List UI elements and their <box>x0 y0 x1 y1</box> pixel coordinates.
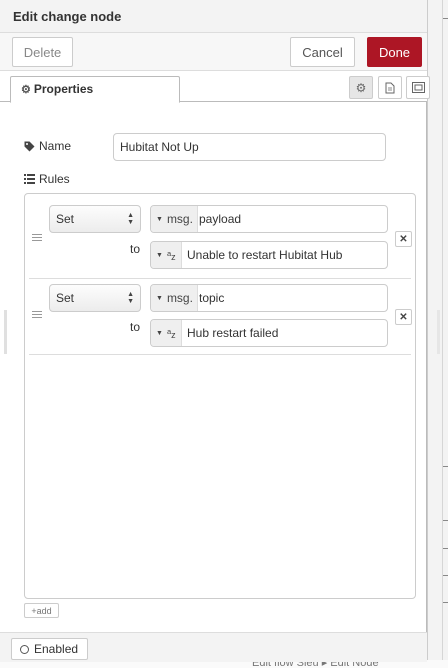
rule-row: Set ▲ ▼ ▼ msg. payload to ▼ az Unable to … <box>29 199 412 279</box>
tray-title: Edit change node <box>0 0 427 33</box>
rules-list: Set ▲ ▼ ▼ msg. payload to ▼ az Unable to … <box>24 193 416 599</box>
target-type-label: msg. <box>166 212 193 226</box>
target-type-button[interactable]: ▼ msg. <box>151 206 198 232</box>
string-type-icon: az <box>166 248 176 262</box>
drag-handle-icon[interactable] <box>32 311 42 319</box>
appearance-icon <box>411 82 425 93</box>
rule-value-input[interactable]: ▼ az Hub restart failed <box>150 319 388 347</box>
tab-appearance-button[interactable] <box>406 76 430 99</box>
caret-down-icon: ▼ <box>156 215 163 223</box>
workspace-tick <box>443 466 448 467</box>
rules-label-text: Rules <box>39 172 70 186</box>
target-type-button[interactable]: ▼ msg. <box>151 285 198 311</box>
rule-target-input[interactable]: ▼ msg. payload <box>150 205 388 233</box>
workspace-tick <box>443 602 448 603</box>
caret-down-icon: ▼ <box>156 251 163 259</box>
rule-value-input[interactable]: ▼ az Unable to restart Hubitat Hub <box>150 241 388 269</box>
remove-rule-button[interactable]: ✕ <box>395 309 412 325</box>
list-icon <box>24 174 35 184</box>
target-value: payload <box>199 212 242 226</box>
value-type-button[interactable]: ▼ az <box>151 320 182 346</box>
workspace-tick <box>443 548 448 549</box>
close-icon: ✕ <box>399 233 408 245</box>
rule-action-select[interactable]: Set ▲ ▼ <box>49 284 141 312</box>
tag-icon <box>24 141 35 151</box>
add-rule-label: add <box>36 605 52 616</box>
close-icon: ✕ <box>399 311 408 323</box>
to-label: to <box>130 320 141 334</box>
rule-action-value: Set <box>56 212 75 226</box>
workspace-divider <box>442 0 443 668</box>
drag-handle-icon[interactable] <box>32 234 42 242</box>
rule-action-value: Set <box>56 291 75 305</box>
to-label: to <box>130 242 141 256</box>
tab-properties-label: Properties <box>33 82 94 96</box>
remove-rule-button[interactable]: ✕ <box>395 231 412 247</box>
string-type-icon: az <box>166 326 176 340</box>
gear-icon: ⚙ <box>355 80 367 95</box>
rule-value: Unable to restart Hubitat Hub <box>187 248 343 262</box>
target-value: topic <box>199 291 225 305</box>
add-rule-button[interactable]: + add <box>24 603 59 618</box>
delete-button[interactable]: Delete <box>12 37 73 67</box>
tray-toolbar: Delete Cancel Done <box>0 33 427 71</box>
description-icon <box>385 82 395 93</box>
tab-properties[interactable]: ⚙ Properties <box>10 76 180 103</box>
gear-icon: ⚙ <box>21 84 31 96</box>
enabled-label: Enabled <box>34 642 79 656</box>
name-label: Name <box>24 139 71 153</box>
tab-properties-icon-button[interactable]: ⚙ <box>349 76 373 99</box>
target-type-label: msg. <box>166 291 193 305</box>
tab-description-button[interactable] <box>378 76 402 99</box>
done-button[interactable]: Done <box>367 37 422 67</box>
caret-down-icon: ▼ <box>156 294 163 302</box>
select-arrows-icon: ▲ ▼ <box>127 291 134 305</box>
value-type-button[interactable]: ▼ az <box>151 242 182 268</box>
enabled-toggle[interactable]: Enabled <box>11 638 88 660</box>
workspace-tick <box>443 18 448 19</box>
rule-action-select[interactable]: Set ▲ ▼ <box>49 205 141 233</box>
rules-label: Rules <box>24 172 70 186</box>
workspace-resize-handle[interactable] <box>437 310 440 354</box>
tab-bar: ⚙ Properties ⚙ <box>0 71 430 103</box>
select-arrows-icon: ▲ ▼ <box>127 212 134 226</box>
edit-tray: Edit change node Delete Cancel Done ⚙ Pro… <box>0 0 430 662</box>
name-input[interactable] <box>113 133 386 161</box>
cancel-button[interactable]: Cancel <box>290 37 355 67</box>
rule-row: Set ▲ ▼ ▼ msg. topic to ▼ az Hub restart … <box>29 278 412 355</box>
rule-value: Hub restart failed <box>187 326 279 340</box>
circle-icon <box>20 644 29 654</box>
tray-resize-handle[interactable] <box>4 310 7 354</box>
workspace-tick <box>443 575 448 576</box>
rule-target-input[interactable]: ▼ msg. topic <box>150 284 388 312</box>
name-label-text: Name <box>39 139 72 153</box>
caret-down-icon: ▼ <box>156 329 163 337</box>
tray-footer: Enabled <box>0 632 427 662</box>
workspace-tick <box>443 520 448 521</box>
